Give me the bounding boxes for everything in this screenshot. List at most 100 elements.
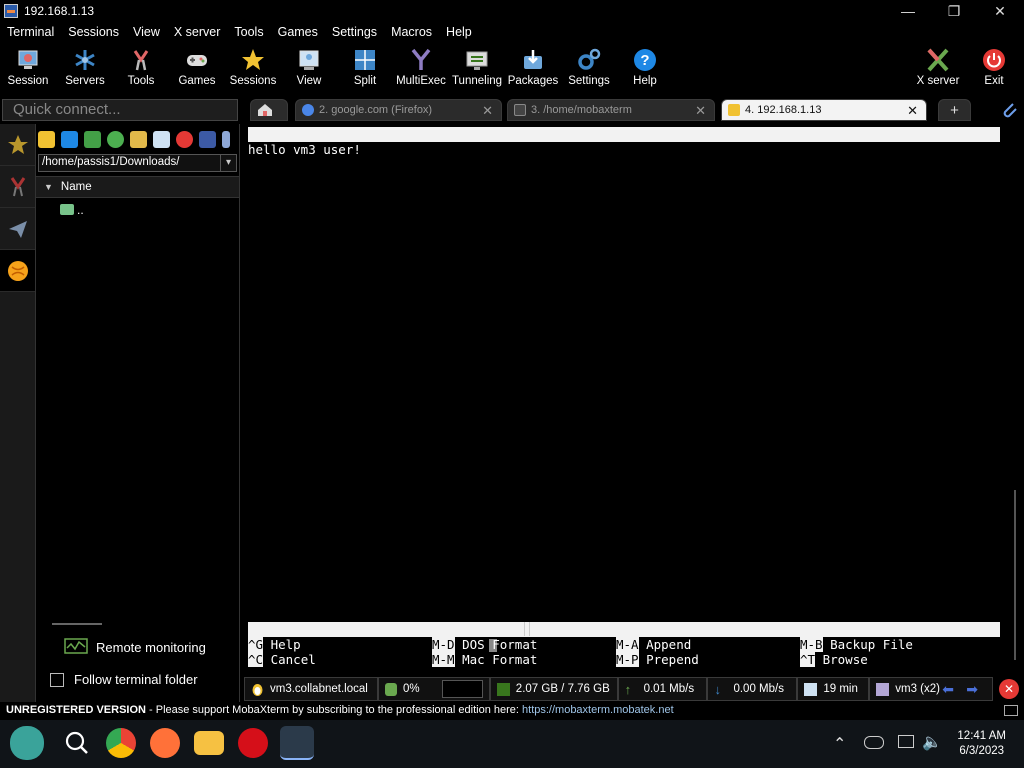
- macros-side-tab[interactable]: [0, 208, 35, 250]
- delete-icon[interactable]: [176, 130, 193, 148]
- split-icon: [353, 48, 377, 72]
- opera-icon[interactable]: [238, 728, 268, 758]
- download-icon[interactable]: [61, 130, 78, 148]
- menu-games[interactable]: Games: [271, 25, 325, 39]
- menu-macros[interactable]: Macros: [384, 25, 439, 39]
- multiexec-button[interactable]: MultiExec: [393, 44, 449, 94]
- menu-sessions[interactable]: Sessions: [61, 25, 126, 39]
- packages-button[interactable]: Packages: [505, 44, 561, 94]
- quick-connect-input[interactable]: Quick connect...: [2, 99, 238, 121]
- maximize-button[interactable]: ❐: [931, 0, 977, 22]
- search-icon[interactable]: [62, 728, 92, 758]
- close-button[interactable]: ✕: [977, 0, 1023, 22]
- home-icon: [258, 104, 272, 116]
- split-button[interactable]: Split: [337, 44, 393, 94]
- menu-tools[interactable]: Tools: [227, 25, 270, 39]
- more-tools-icon[interactable]: [222, 130, 230, 148]
- linux-penguin-icon: [252, 683, 263, 696]
- close-tab-icon[interactable]: ✕: [695, 103, 706, 119]
- session-button[interactable]: Session: [0, 44, 56, 94]
- tunneling-button[interactable]: Tunneling: [449, 44, 505, 94]
- shortcut-browse: ^T Browse: [800, 652, 868, 667]
- sftp-side-tab[interactable]: [0, 250, 35, 292]
- checkbox-box[interactable]: [50, 672, 64, 687]
- status-memory: 2.07 GB / 7.76 GB: [489, 677, 618, 701]
- network-icon[interactable]: [898, 735, 914, 748]
- menu-settings[interactable]: Settings: [325, 25, 384, 39]
- menu-bar: Terminal Sessions View X server Tools Ga…: [0, 22, 1024, 42]
- mobaxterm-taskbar-icon[interactable]: [280, 726, 314, 760]
- sftp-path-field[interactable]: /home/passis1/Downloads/ ▾: [38, 154, 237, 172]
- chevron-up-icon[interactable]: ⌃: [833, 734, 846, 754]
- close-tab-icon[interactable]: ✕: [907, 103, 918, 119]
- gear-icon: [577, 48, 601, 72]
- chevron-down-icon[interactable]: ▾: [220, 155, 236, 171]
- tools-icon: [129, 48, 153, 72]
- start-button-icon[interactable]: [10, 726, 44, 760]
- folder-up-icon: [60, 204, 74, 215]
- parent-folder-row[interactable]: ..: [36, 198, 239, 218]
- remote-monitoring-button[interactable]: Remote monitoring: [64, 638, 206, 656]
- tunneling-icon: [465, 48, 489, 72]
- sftp-panel: /home/passis1/Downloads/ ▾ ▼ Name ..: [36, 124, 240, 702]
- follow-terminal-folder-checkbox[interactable]: Follow terminal folder: [50, 672, 198, 687]
- help-button[interactable]: ? Help: [617, 44, 673, 94]
- gamepad-icon: [185, 48, 209, 72]
- menu-xserver[interactable]: X server: [167, 25, 228, 39]
- rename-icon[interactable]: [199, 130, 216, 148]
- terminal-area[interactable]: GNU nano 7.2 hi.txt Modified hello vm3 u…: [244, 124, 1016, 667]
- refresh-icon[interactable]: [107, 130, 124, 148]
- tools-side-tab[interactable]: [0, 166, 35, 208]
- open-folder-icon[interactable]: [38, 130, 55, 148]
- tab-firefox[interactable]: 2. google.com (Firefox) ✕: [295, 99, 502, 121]
- exit-button[interactable]: Exit: [966, 44, 1022, 94]
- save-prompt[interactable]: File Name to Write: hi.txt: [248, 622, 1000, 652]
- main-toolbar: Session Servers Tools Games Sessions Vie…: [0, 44, 1024, 94]
- attach-icon[interactable]: [999, 100, 1019, 120]
- chrome-icon[interactable]: [106, 728, 136, 758]
- shortcut-prepend: M-P Prepend: [616, 652, 699, 667]
- terminal-icon: [514, 104, 526, 116]
- menu-view[interactable]: View: [126, 25, 167, 39]
- upload-icon[interactable]: [84, 130, 101, 148]
- sessions-side-tab[interactable]: [0, 124, 35, 166]
- cloud-offline-icon[interactable]: [864, 736, 884, 749]
- tools-button[interactable]: Tools: [113, 44, 169, 94]
- cpu-graph: [441, 680, 483, 698]
- xserver-button[interactable]: X server: [910, 44, 966, 94]
- status-host[interactable]: vm3.collabnet.local: [244, 677, 378, 701]
- volume-icon[interactable]: 🔈: [922, 732, 942, 752]
- multiexec-icon: [409, 48, 433, 72]
- firefox-icon[interactable]: [150, 728, 180, 758]
- view-button[interactable]: View: [281, 44, 337, 94]
- file-explorer-icon[interactable]: [194, 731, 224, 755]
- name-column-header[interactable]: ▼ Name: [36, 176, 239, 198]
- games-button[interactable]: Games: [169, 44, 225, 94]
- power-icon: [982, 48, 1006, 72]
- arrow-right-icon[interactable]: ➡: [966, 681, 978, 698]
- tab-local-terminal[interactable]: 3. /home/mobaxterm ✕: [507, 99, 715, 121]
- status-close-icon[interactable]: ✕: [999, 679, 1020, 699]
- home-tab[interactable]: [250, 99, 288, 121]
- menu-help[interactable]: Help: [439, 25, 479, 39]
- new-tab-button[interactable]: +: [938, 99, 971, 121]
- new-file-icon[interactable]: [153, 130, 170, 148]
- terminal-scrollbar[interactable]: [1014, 490, 1016, 660]
- minimize-button[interactable]: —: [885, 0, 931, 22]
- settings-button[interactable]: Settings: [561, 44, 617, 94]
- mobaxterm-link[interactable]: https://mobaxterm.mobatek.net: [522, 704, 674, 716]
- arrow-left-icon[interactable]: ⬅: [942, 681, 954, 698]
- shortcut-help: ^G Help: [248, 637, 301, 652]
- taskbar-clock[interactable]: 12:41 AM 6/3/2023: [957, 729, 1006, 759]
- new-folder-icon[interactable]: [130, 130, 147, 148]
- text-cursor-icon: [524, 622, 530, 636]
- banner-window-icon[interactable]: [1004, 705, 1018, 716]
- sftp-toolbar: [36, 124, 239, 154]
- servers-button[interactable]: Servers: [57, 44, 113, 94]
- tab-ssh-session[interactable]: 4. 192.168.1.13 ✕: [721, 99, 927, 121]
- help-icon: ?: [633, 48, 657, 72]
- menu-terminal[interactable]: Terminal: [0, 25, 61, 39]
- close-tab-icon[interactable]: ✕: [482, 103, 493, 119]
- memory-icon: [496, 682, 510, 696]
- sessions-button[interactable]: Sessions: [225, 44, 281, 94]
